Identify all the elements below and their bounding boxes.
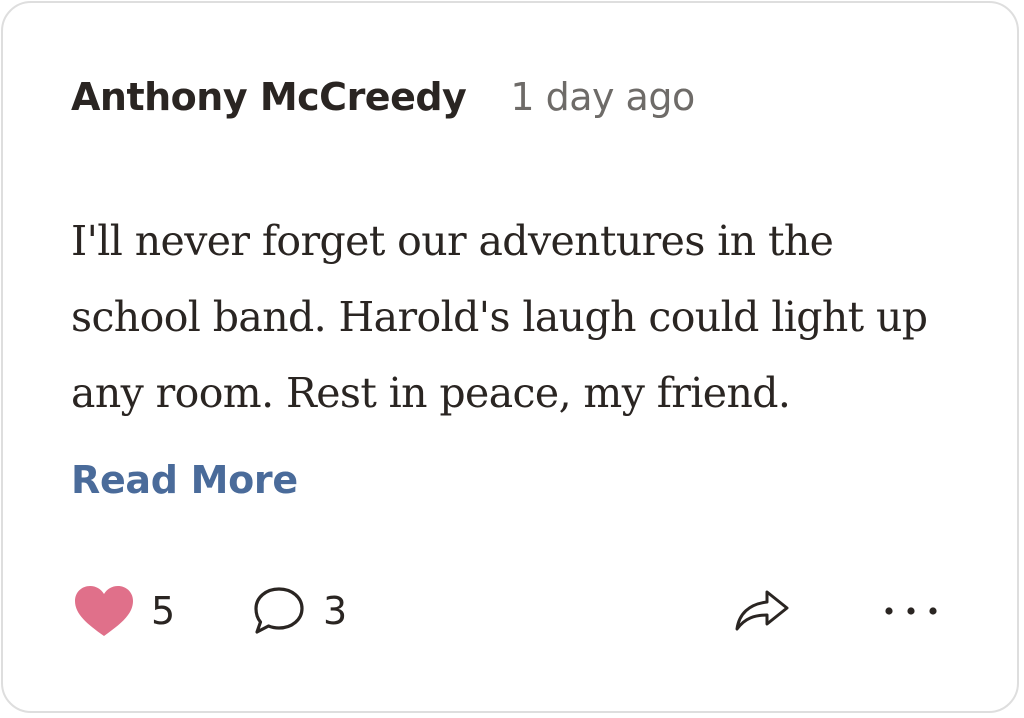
speech-bubble-icon bbox=[251, 585, 307, 637]
like-count: 5 bbox=[151, 589, 176, 633]
share-button[interactable] bbox=[733, 581, 791, 641]
timestamp: 1 day ago bbox=[510, 75, 695, 119]
action-bar: 5 3 bbox=[71, 581, 949, 641]
comment-button[interactable]: 3 bbox=[251, 581, 347, 641]
comment-header: Anthony McCreedy 1 day ago bbox=[71, 75, 695, 119]
comment-card: Anthony McCreedy 1 day ago I'll never fo… bbox=[1, 1, 1019, 713]
more-options-button[interactable] bbox=[879, 581, 943, 641]
comment-text: I'll never forget our adventures in the … bbox=[71, 217, 928, 417]
like-button[interactable]: 5 bbox=[73, 581, 175, 641]
heart-icon bbox=[73, 584, 135, 638]
comment-count: 3 bbox=[323, 589, 348, 633]
share-arrow-icon bbox=[733, 587, 791, 635]
read-more-link[interactable]: Read More bbox=[71, 458, 298, 502]
more-dots-icon bbox=[879, 601, 943, 621]
author-name[interactable]: Anthony McCreedy bbox=[71, 75, 467, 119]
